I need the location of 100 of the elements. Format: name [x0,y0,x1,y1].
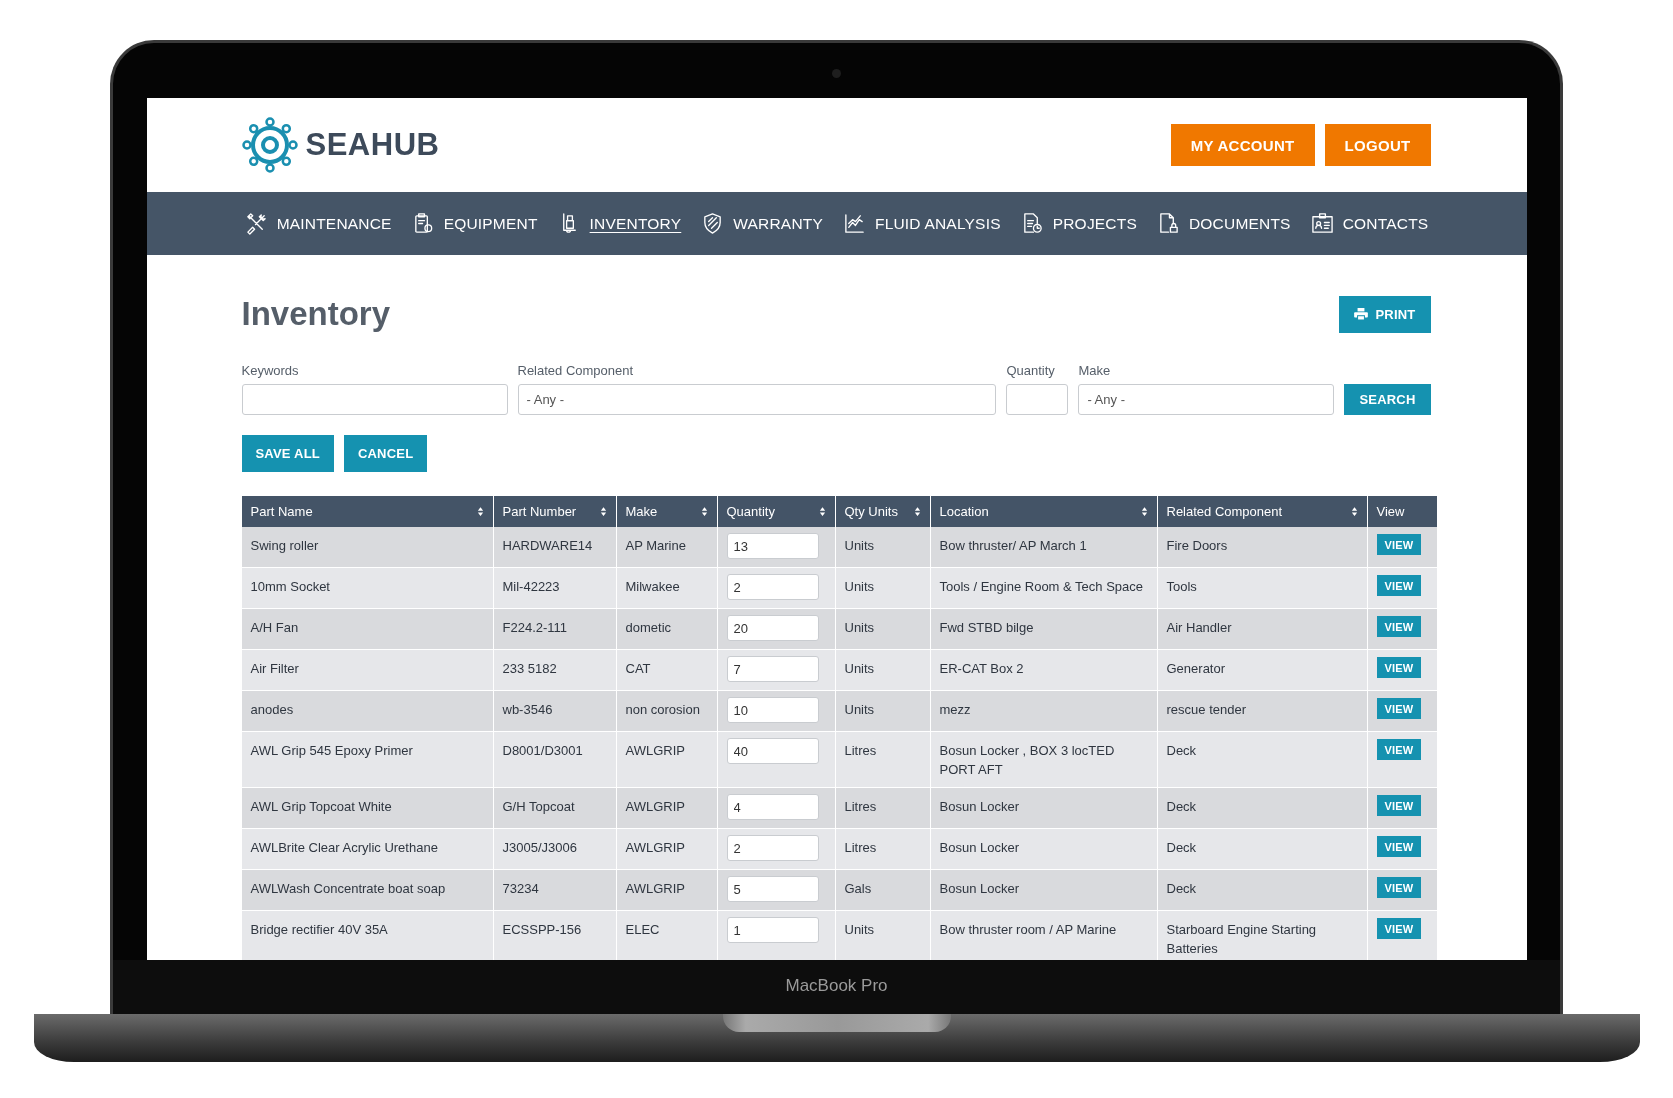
sort-icon[interactable] [476,506,484,517]
action-button[interactable]: CANCEL [343,435,428,472]
view-button[interactable]: VIEW [1376,836,1422,857]
device-label: MacBook Pro [785,976,888,996]
quantity-input[interactable]: 20 [726,615,819,641]
view-button[interactable]: VIEW [1376,575,1422,596]
table-cell: HARDWARE14 [493,527,616,568]
view-button[interactable]: VIEW [1376,616,1422,637]
table-cell: G/H Topcoat [493,787,616,829]
table-cell: Swing roller [241,527,493,568]
view-button[interactable]: VIEW [1376,918,1422,939]
column-header[interactable]: Location [930,496,1157,527]
page-title: Inventory [241,295,391,333]
view-button[interactable]: VIEW [1376,877,1422,898]
table-cell: Bosun Locker [930,869,1157,911]
field-label: Quantity [1006,363,1056,378]
camera-icon [832,69,841,78]
sort-icon[interactable] [913,506,921,517]
table-cell: dometic [616,608,717,650]
input-field[interactable] [1006,384,1069,415]
table-cell: AWLGRIP [616,787,717,829]
nav-item[interactable]: WARRANTY [701,212,823,235]
table-cell: D8001/D3001 [493,731,616,788]
print-button[interactable]: PRINT [1338,295,1431,333]
logo-icon [241,117,298,173]
column-header[interactable]: Related Component [1157,496,1367,527]
printer-icon [1353,308,1368,320]
quantity-input[interactable]: 7 [726,656,819,682]
nav-item[interactable]: EQUIPMENT [411,212,538,235]
column-header[interactable]: View [1367,496,1437,527]
table-cell: Units [835,567,930,609]
table-cell: rescue tender [1157,690,1367,732]
table-cell: Deck [1157,828,1367,870]
sort-icon[interactable] [599,506,607,517]
view-button[interactable]: VIEW [1376,657,1422,678]
tools-icon [244,212,268,235]
view-button[interactable]: VIEW [1376,739,1422,760]
view-button[interactable]: VIEW [1376,698,1422,719]
nav-item[interactable]: INVENTORY [557,212,682,235]
column-header[interactable]: Quantity [717,496,835,527]
brand-name: SEAHUB [305,127,440,163]
quantity-input[interactable]: 10 [726,697,819,723]
table-cell: Bosun Locker , BOX 3 locTED PORT AFT [930,731,1157,788]
table-cell: Bosun Locker [930,787,1157,829]
table-cell: Bow thruster/ AP March 1 [930,527,1157,568]
table-cell: J3005/J3006 [493,828,616,870]
quantity-input[interactable]: 2 [726,835,819,861]
input-field[interactable] [241,384,508,415]
nav-item[interactable]: DOCUMENTS [1156,212,1291,235]
select-field[interactable]: - Any - [1078,384,1335,415]
nav-item[interactable]: PROJECTS [1020,212,1137,235]
quantity-input[interactable]: 2 [726,574,819,600]
view-button[interactable]: VIEW [1376,534,1422,555]
table-cell: A/H Fan [241,608,493,650]
sort-icon[interactable] [1140,506,1148,517]
table-cell: Units [835,690,930,732]
contact-card-icon [1310,212,1334,235]
quantity-input[interactable]: 13 [726,533,819,559]
quantity-input[interactable]: 1 [726,917,819,943]
sort-icon[interactable] [818,506,826,517]
table-cell: F224.2-111 [493,608,616,650]
search-button[interactable]: SEARCH [1344,384,1431,415]
field-label: Make [1078,363,1112,378]
table-cell: 10mm Socket [241,567,493,609]
quantity-input[interactable]: 40 [726,738,819,764]
table-cell: AWLGRIP [616,731,717,788]
quantity-input[interactable]: 5 [726,876,819,902]
table-cell: CAT [616,649,717,691]
column-header[interactable]: Part Name [241,496,493,527]
table-cell: Air Handler [1157,608,1367,650]
table-cell: Units [835,608,930,650]
sort-icon[interactable] [700,506,708,517]
table-cell: Gals [835,869,930,911]
select-field[interactable]: - Any - [517,384,997,415]
table-cell: Litres [835,787,930,829]
table-cell: wb-3546 [493,690,616,732]
table-cell: mezz [930,690,1157,732]
nav-item[interactable]: CONTACTS [1310,212,1429,235]
table-cell: Fire Doors [1157,527,1367,568]
nav-item[interactable]: FLUID ANALYSIS [843,212,1001,235]
table-cell: Tools [1157,567,1367,609]
quantity-input[interactable]: 4 [726,794,819,820]
table-cell: Tools / Engine Room & Tech Space [930,567,1157,609]
column-header[interactable]: Make [616,496,717,527]
table-cell: AWLBrite Clear Acrylic Urethane [241,828,493,870]
column-header[interactable]: Qty Units [835,496,930,527]
field-label: Keywords [241,363,300,378]
nav-item[interactable]: MAINTENANCE [244,212,392,235]
sort-icon[interactable] [1350,506,1358,517]
table-cell: anodes [241,690,493,732]
view-button[interactable]: VIEW [1376,795,1422,816]
column-header[interactable]: Part Number [493,496,616,527]
field-label: Related Component [517,363,635,378]
table-cell: Litres [835,731,930,788]
table-cell: Air Filter [241,649,493,691]
table-cell: non corosion [616,690,717,732]
action-button[interactable]: SAVE ALL [241,435,334,472]
table-cell: 73234 [493,869,616,911]
table-cell: Milwakee [616,567,717,609]
table-cell: Deck [1157,787,1367,829]
